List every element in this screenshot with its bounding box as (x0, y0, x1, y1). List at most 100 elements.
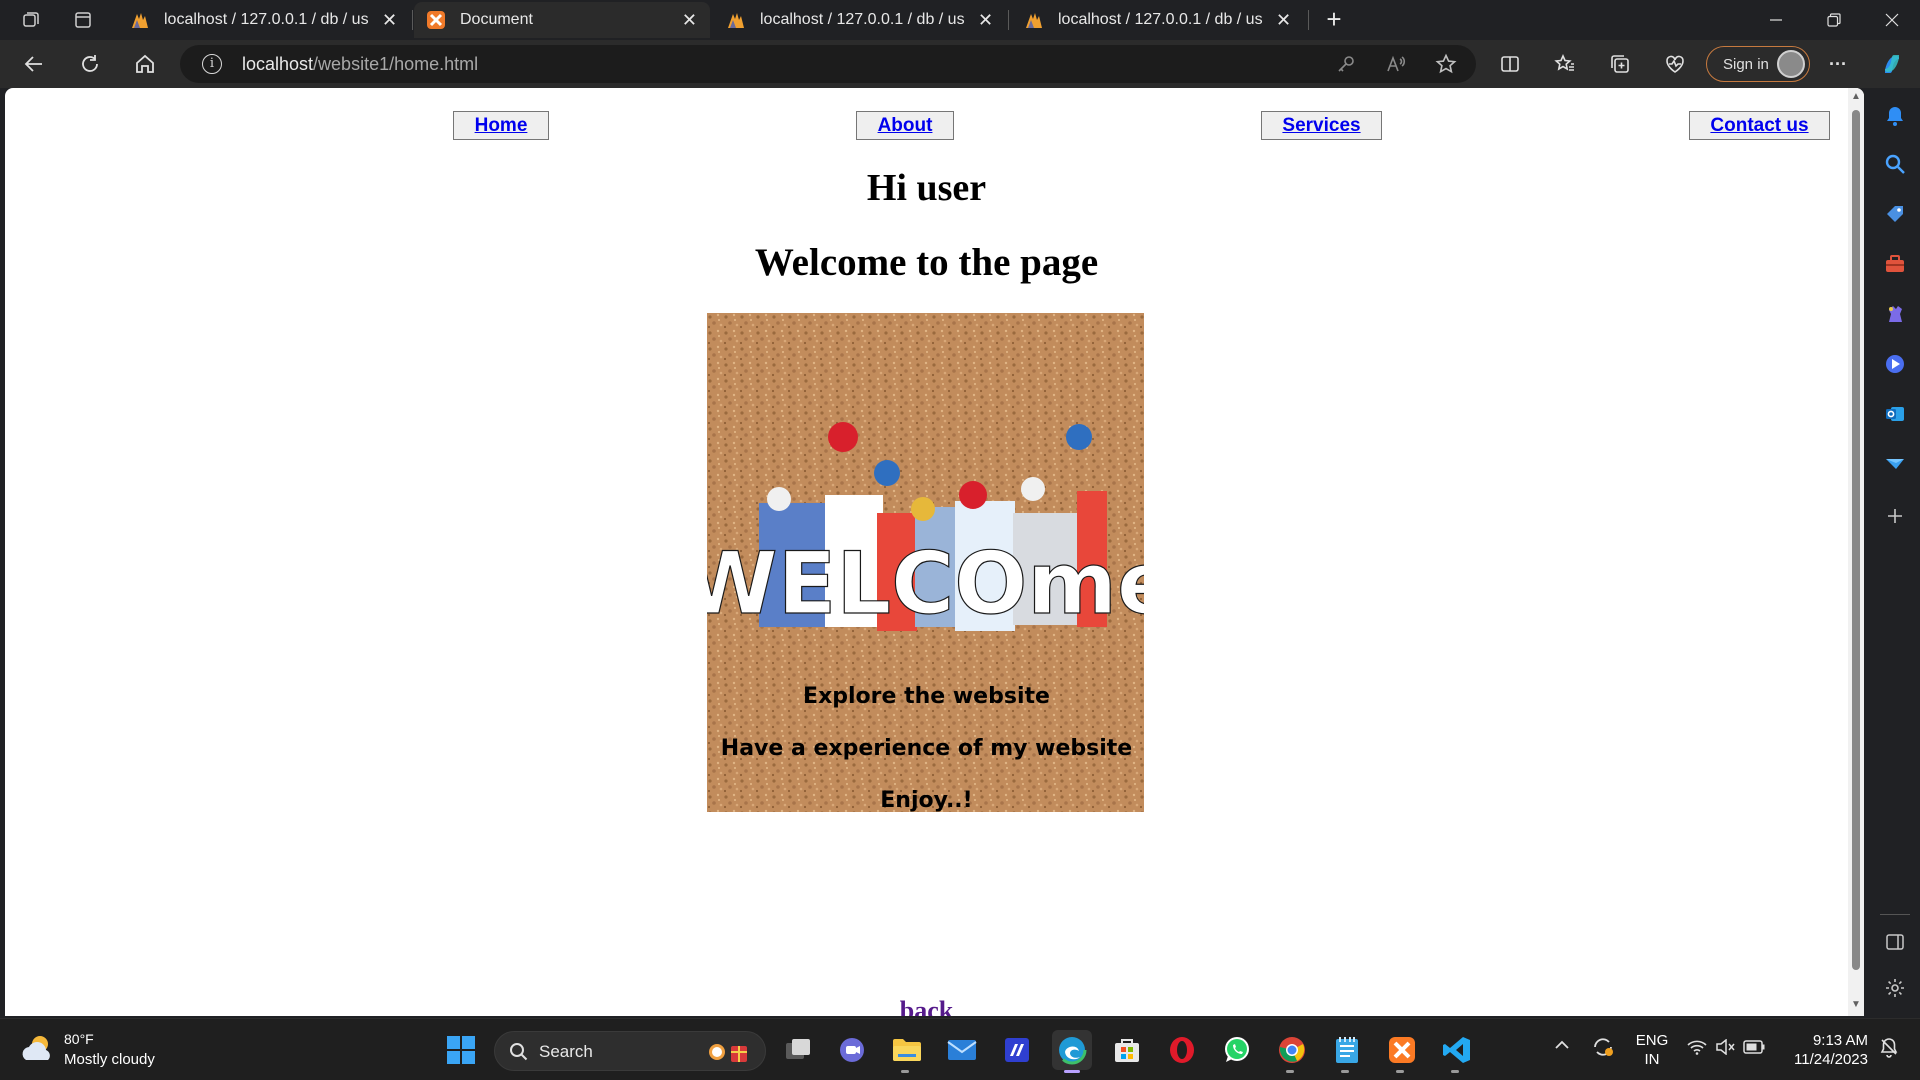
password-key-icon[interactable] (1330, 48, 1362, 80)
sign-in-button[interactable]: Sign in (1706, 46, 1810, 82)
chrome-icon[interactable] (1272, 1030, 1312, 1073)
tab-phpmyadmin-2[interactable]: localhost / 127.0.0.1 / db / user | ✕ (714, 2, 1006, 38)
split-screen-icon[interactable] (1494, 48, 1526, 80)
language-indicator[interactable]: ENG IN (1630, 1031, 1674, 1069)
battery-icon[interactable] (1742, 1040, 1766, 1058)
address-bar[interactable]: i localhost/website1/home.html (180, 45, 1476, 83)
nav-contact-link[interactable]: Contact us (1710, 115, 1808, 137)
restore-button[interactable] (1806, 0, 1862, 40)
microsoft-store-icon[interactable] (1107, 1030, 1147, 1070)
minimize-button[interactable] (1748, 0, 1804, 40)
file-explorer-icon[interactable] (887, 1030, 927, 1073)
tab-title: Document (460, 11, 533, 28)
close-icon[interactable]: ✕ (381, 11, 398, 29)
task-view-icon[interactable] (778, 1030, 818, 1070)
tab-actions-icon[interactable] (66, 3, 100, 37)
explore-text: Explore the website (803, 684, 1050, 709)
nav-contact-button[interactable]: Contact us (1689, 111, 1830, 140)
back-link[interactable]: back (900, 996, 953, 1016)
tab-title: localhost / 127.0.0.1 / db / user | (164, 11, 370, 28)
whatsapp-icon[interactable] (1217, 1030, 1257, 1070)
tab-phpmyadmin-1[interactable]: localhost / 127.0.0.1 / db / user | ✕ (118, 2, 410, 38)
xampp-control-icon[interactable] (1382, 1030, 1422, 1073)
weather-description[interactable]: Mostly cloudy (64, 1051, 155, 1068)
tab-title: localhost / 127.0.0.1 / db / user | (1058, 11, 1264, 28)
back-link-wrapper: back (5, 996, 1848, 1016)
notification-center-icon[interactable] (1876, 1037, 1902, 1063)
tab-separator (412, 10, 413, 30)
nav-about-link[interactable]: About (878, 115, 933, 137)
opera-icon[interactable] (1162, 1030, 1202, 1070)
close-window-button[interactable] (1864, 0, 1920, 40)
edge-browser-icon[interactable] (1052, 1030, 1092, 1073)
vscode-icon[interactable] (1437, 1030, 1477, 1073)
tab-phpmyadmin-3[interactable]: localhost / 127.0.0.1 / db / user | ✕ (1012, 2, 1304, 38)
nav-services-link[interactable]: Services (1282, 115, 1360, 137)
browser-essentials-icon[interactable] (1659, 48, 1691, 80)
start-button[interactable] (441, 1030, 481, 1070)
add-plus-icon[interactable] (1881, 502, 1909, 530)
hide-sidebar-icon[interactable] (1881, 928, 1909, 956)
back-arrow-icon[interactable] (18, 48, 50, 80)
show-hidden-icons[interactable] (1550, 1037, 1574, 1054)
nav-about-button[interactable]: About (856, 111, 954, 140)
copilot-icon[interactable] (1876, 48, 1908, 80)
tools-toolbox-icon[interactable] (1881, 250, 1909, 278)
enjoy-text: Enjoy..! (880, 788, 973, 813)
language-code: ENG (1635, 1032, 1669, 1049)
weather-temperature[interactable]: 80°F (64, 1031, 94, 1047)
close-icon[interactable]: ✕ (681, 11, 698, 29)
notification-bell-icon[interactable] (1881, 102, 1909, 130)
taskbar-search-box[interactable]: Search (494, 1031, 766, 1071)
running-indicator (1341, 1070, 1349, 1073)
mail-icon[interactable] (942, 1030, 982, 1070)
shopping-tag-icon[interactable] (1881, 200, 1909, 228)
close-icon[interactable]: ✕ (1275, 11, 1292, 29)
collections-icon[interactable] (1604, 48, 1636, 80)
scroll-thumb[interactable] (1852, 110, 1860, 970)
scroll-down-arrow[interactable]: ▼ (1851, 1000, 1861, 1010)
read-aloud-icon[interactable] (1380, 48, 1412, 80)
nav-services-button[interactable]: Services (1261, 111, 1382, 140)
browser-toolbar: i localhost/website1/home.html Sign in ·… (0, 40, 1920, 88)
greeting-heading: Hi user (866, 167, 987, 209)
region-code: IN (1644, 1051, 1660, 1068)
page-viewport: Home About Services Contact us Hi user W… (5, 88, 1864, 1016)
wifi-icon[interactable] (1686, 1039, 1708, 1059)
send-icon[interactable] (1881, 450, 1909, 478)
url-text[interactable]: localhost/website1/home.html (242, 54, 478, 75)
sign-in-label: Sign in (1723, 55, 1769, 73)
refresh-icon[interactable] (74, 48, 106, 80)
weather-cloud-icon[interactable] (20, 1032, 56, 1066)
notepad-icon[interactable] (1327, 1030, 1367, 1073)
nav-home-button[interactable]: Home (453, 111, 549, 140)
clock[interactable]: 9:13 AM 11/24/2023 (1782, 1031, 1868, 1069)
nav-home-link[interactable]: Home (475, 115, 528, 137)
scroll-up-arrow[interactable]: ▲ (1851, 92, 1861, 102)
url-host: localhost (242, 54, 314, 74)
more-options-icon[interactable]: ··· (1822, 48, 1854, 80)
tab-document[interactable]: Document ✕ (414, 2, 710, 38)
home-icon[interactable] (129, 48, 161, 80)
running-indicator (901, 1070, 909, 1073)
close-icon[interactable]: ✕ (977, 11, 994, 29)
teams-chat-icon[interactable] (832, 1030, 872, 1070)
games-icon[interactable] (1881, 300, 1909, 328)
settings-gear-icon[interactable] (1881, 974, 1909, 1002)
running-indicator (1064, 1070, 1080, 1073)
search-icon[interactable] (1881, 150, 1909, 178)
site-info-icon[interactable]: i (202, 54, 222, 74)
volume-muted-icon[interactable] (1714, 1038, 1736, 1059)
favorite-star-icon[interactable] (1430, 48, 1462, 80)
sync-update-icon[interactable] (1588, 1035, 1618, 1063)
workspaces-icon[interactable] (14, 3, 48, 37)
favorites-icon[interactable] (1549, 48, 1581, 80)
scrollbar[interactable]: ▲ ▼ (1848, 88, 1864, 1016)
edge-sidebar (1870, 88, 1920, 1018)
outlook-icon[interactable] (1881, 400, 1909, 428)
clock-date: 11/24/2023 (1794, 1051, 1868, 1068)
experience-text: Have a experience of my website (720, 736, 1133, 761)
new-tab-button[interactable]: + (1318, 4, 1350, 36)
copilot-sidebar-icon[interactable] (1881, 350, 1909, 378)
vscode-alt-icon[interactable] (997, 1030, 1037, 1070)
